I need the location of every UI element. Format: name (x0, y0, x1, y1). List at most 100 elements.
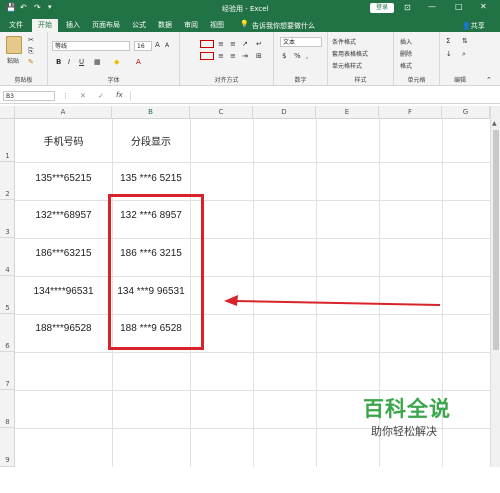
window-title: 经验用 - Excel (222, 5, 269, 13)
column-header-c[interactable]: C (190, 106, 253, 119)
vertical-scrollbar[interactable]: ▲ (490, 106, 500, 467)
cell-b1-header[interactable]: 分段显示 (112, 133, 190, 148)
cell-a1-header[interactable]: 手机号码 (15, 133, 112, 148)
formula-input[interactable] (130, 91, 494, 101)
currency-icon[interactable]: $ (282, 52, 286, 60)
column-header-e[interactable]: E (316, 106, 379, 119)
underline-button[interactable]: U (79, 58, 84, 66)
number-format-box[interactable]: 文本 (280, 37, 322, 47)
insert-cells-button[interactable]: 插入 (400, 37, 412, 46)
align-right-icon[interactable]: ≡ (230, 52, 236, 60)
row-header-1[interactable]: 1 (0, 119, 15, 162)
tab-file[interactable]: 文件 (4, 19, 28, 32)
cut-icon[interactable]: ✂ (28, 36, 34, 44)
cell-styles-button[interactable]: 单元格样式 (332, 61, 362, 70)
delete-cells-button[interactable]: 删除 (400, 49, 412, 58)
align-bottom-icon[interactable]: ≡ (230, 40, 236, 48)
percent-icon[interactable]: % (294, 52, 301, 60)
column-header-g[interactable]: G (442, 106, 490, 119)
format-table-button[interactable]: 套用表格格式 (332, 49, 368, 58)
tell-me-input[interactable]: 告诉我你想要做什么 (252, 21, 315, 31)
column-header-d[interactable]: D (253, 106, 316, 119)
confirm-icon[interactable]: ✓ (98, 92, 104, 100)
bold-button[interactable]: B (56, 58, 61, 66)
row-header-9[interactable]: 9 (0, 428, 15, 467)
undo-icon[interactable]: ↶ (20, 3, 27, 12)
select-all-corner[interactable] (0, 106, 15, 119)
function-icon[interactable]: fx (116, 91, 123, 99)
indent-icon[interactable]: ⇥ (242, 52, 248, 60)
align-left-icon[interactable] (200, 52, 214, 60)
font-name-box[interactable]: 等线 (52, 41, 130, 51)
save-icon[interactable]: 💾 (6, 3, 16, 12)
scroll-up-icon[interactable]: ▲ (492, 120, 497, 127)
login-button[interactable]: 登录 (370, 3, 394, 13)
font-color-icon[interactable]: A (136, 58, 141, 66)
minimize-button[interactable]: — (428, 2, 436, 11)
column-header-f[interactable]: F (379, 106, 442, 119)
align-top-icon[interactable] (200, 40, 214, 48)
formula-bar-menu-icon: ⋮ (62, 92, 69, 100)
shrink-font-button[interactable]: A (165, 42, 169, 49)
column-header-a[interactable]: A (15, 106, 112, 119)
sum-icon[interactable]: Σ (446, 37, 450, 45)
tab-home[interactable]: 开始 (32, 19, 58, 32)
tab-view[interactable]: 视图 (206, 19, 228, 32)
watermark-title: 百科全说 (363, 397, 451, 421)
column-header-b[interactable]: B (112, 106, 190, 119)
paste-icon[interactable] (6, 36, 22, 54)
ribbon-display-icon[interactable]: ⊡ (404, 3, 411, 12)
row-header-5[interactable]: 5 (0, 276, 15, 314)
orientation-icon[interactable]: ↗ (242, 40, 248, 48)
format-painter-icon[interactable]: ✎ (28, 58, 34, 66)
paste-button[interactable]: 粘贴 (7, 56, 19, 65)
row-header-4[interactable]: 4 (0, 238, 15, 276)
comma-icon[interactable]: , (306, 52, 308, 60)
cell-a3[interactable]: 132***68957 (15, 210, 112, 221)
fill-icon[interactable]: ↓ (446, 50, 452, 58)
redo-icon[interactable]: ↷ (34, 3, 41, 12)
tab-formulas[interactable]: 公式 (128, 19, 150, 32)
border-icon[interactable]: ▦ (94, 58, 101, 66)
tab-page-layout[interactable]: 页面布局 (88, 19, 124, 32)
cell-a2[interactable]: 135***65215 (15, 173, 112, 184)
italic-button[interactable]: I (68, 58, 70, 66)
qat-customize-icon[interactable]: ▾ (48, 3, 52, 11)
copy-icon[interactable]: ⎘ (28, 47, 34, 56)
tab-data[interactable]: 数据 (154, 19, 176, 32)
row-header-3[interactable]: 3 (0, 200, 15, 238)
row-header-8[interactable]: 8 (0, 390, 15, 428)
font-group: 等线 16 A A B I U ▦ ◆ A 字体 (48, 32, 180, 86)
find-icon[interactable]: ⌕ (462, 50, 466, 59)
number-group: 文本 $ % , 数字 (274, 32, 328, 86)
grow-font-button[interactable]: A (155, 41, 160, 49)
cell-a5[interactable]: 134****96531 (15, 286, 112, 297)
cancel-icon[interactable]: ✕ (80, 92, 86, 100)
share-button[interactable]: 👤共享 (462, 21, 485, 31)
watermark-subtitle: 助你轻松解决 (371, 425, 437, 438)
tab-insert[interactable]: 插入 (62, 19, 84, 32)
cell-b2[interactable]: 135 ***6 5215 (112, 173, 190, 184)
format-cells-button[interactable]: 格式 (400, 61, 412, 70)
collapse-ribbon-icon[interactable]: ⌃ (486, 76, 492, 84)
conditional-format-button[interactable]: 条件格式 (332, 37, 356, 46)
align-middle-icon[interactable]: ≡ (218, 40, 224, 48)
restore-button[interactable]: □ (455, 2, 463, 11)
cell-a6[interactable]: 188***96528 (15, 323, 112, 334)
row-header-7[interactable]: 7 (0, 352, 15, 390)
center-icon[interactable]: ≡ (218, 52, 224, 60)
name-box[interactable]: B3 (3, 91, 55, 101)
cell-a4[interactable]: 186***63215 (15, 248, 112, 259)
title-bar: 💾 ↶ ↷ ▾ 经验用 - Excel 登录 ⊡ — □ ✕ (0, 0, 500, 17)
alignment-label: 对齐方式 (214, 77, 239, 84)
font-size-box[interactable]: 16 (134, 41, 152, 51)
sort-icon[interactable]: ⇅ (462, 37, 468, 45)
scroll-thumb[interactable] (493, 130, 499, 350)
wrap-text-icon[interactable]: ↵ (256, 40, 262, 48)
fill-color-icon[interactable]: ◆ (114, 58, 119, 66)
row-header-2[interactable]: 2 (0, 162, 15, 200)
row-header-6[interactable]: 6 (0, 314, 15, 352)
tab-review[interactable]: 审阅 (180, 19, 202, 32)
merge-icon[interactable]: ⊞ (256, 52, 262, 60)
close-button[interactable]: ✕ (480, 2, 487, 11)
